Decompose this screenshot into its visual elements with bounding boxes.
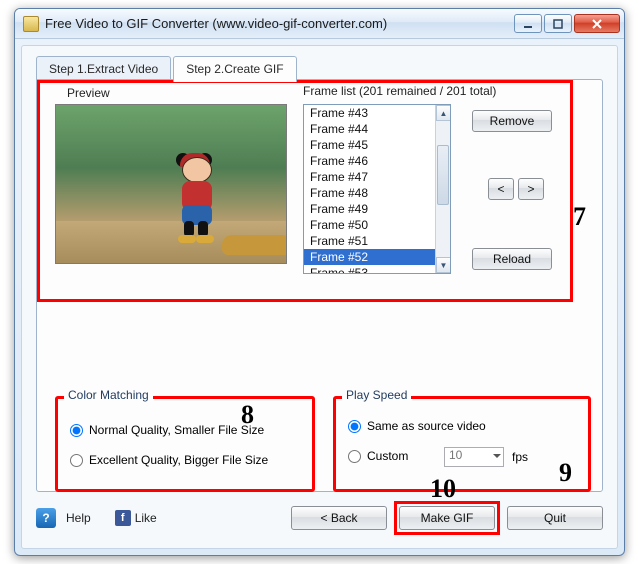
make-gif-button[interactable]: Make GIF: [399, 506, 495, 530]
minimize-button[interactable]: [514, 14, 542, 33]
list-item[interactable]: Frame #52: [304, 249, 435, 265]
help-link[interactable]: Help: [66, 511, 91, 525]
prev-frame-button[interactable]: <: [488, 178, 514, 200]
client-area: Step 1.Extract Video Step 2.Create GIF R…: [21, 45, 618, 549]
frame-list-title: Frame list (201 remained / 201 total): [303, 84, 496, 98]
annotation-9: 9: [559, 460, 572, 486]
list-item[interactable]: Frame #51: [304, 233, 435, 249]
radio-excellent-label: Excellent Quality, Bigger File Size: [89, 453, 268, 467]
app-icon: [23, 16, 39, 32]
like-link[interactable]: Like: [135, 511, 157, 525]
bottom-bar: ? Help f Like < Back Make GIF Quit: [36, 500, 603, 536]
list-item[interactable]: Frame #45: [304, 137, 435, 153]
tab-create-gif[interactable]: Step 2.Create GIF: [173, 56, 296, 82]
window-title: Free Video to GIF Converter (www.video-g…: [45, 16, 514, 31]
close-button[interactable]: [574, 14, 620, 33]
back-button[interactable]: < Back: [291, 506, 387, 530]
radio-same-input[interactable]: [348, 420, 361, 433]
fps-wrap: 10 fps: [444, 447, 528, 467]
play-speed-group: Play Speed Same as source video Custom 1…: [333, 396, 591, 492]
next-frame-button[interactable]: >: [518, 178, 544, 200]
radio-normal-quality[interactable]: Normal Quality, Smaller File Size: [70, 423, 264, 437]
radio-excellent-quality[interactable]: Excellent Quality, Bigger File Size: [70, 453, 268, 467]
cartoon-dog: [222, 235, 287, 255]
list-item[interactable]: Frame #43: [304, 105, 435, 121]
titlebar: Free Video to GIF Converter (www.video-g…: [15, 9, 624, 39]
annotation-7: 7: [573, 204, 586, 230]
fps-value[interactable]: 10: [444, 447, 504, 467]
annotation-8: 8: [241, 402, 254, 428]
remove-button[interactable]: Remove: [472, 110, 552, 132]
radio-normal-label: Normal Quality, Smaller File Size: [89, 423, 264, 437]
radio-custom-input[interactable]: [348, 450, 361, 463]
list-item[interactable]: Frame #47: [304, 169, 435, 185]
list-item[interactable]: Frame #44: [304, 121, 435, 137]
reload-button[interactable]: Reload: [472, 248, 552, 270]
list-item[interactable]: Frame #46: [304, 153, 435, 169]
radio-same-speed[interactable]: Same as source video: [348, 419, 486, 433]
app-window: Free Video to GIF Converter (www.video-g…: [14, 8, 625, 556]
scroll-up-button[interactable]: ▲: [436, 105, 451, 121]
list-item[interactable]: Frame #53: [304, 265, 435, 273]
radio-custom-label: Custom: [367, 449, 408, 463]
radio-normal-input[interactable]: [70, 424, 83, 437]
preview-label: Preview: [67, 86, 110, 100]
maximize-button[interactable]: [544, 14, 572, 33]
radio-same-label: Same as source video: [367, 419, 486, 433]
frames-panel: Preview Frame list (201 remained / 201 t…: [37, 80, 573, 302]
fps-unit-label: fps: [512, 450, 528, 464]
list-item[interactable]: Frame #49: [304, 201, 435, 217]
fps-dropdown[interactable]: 10: [444, 447, 504, 467]
preview-image: [55, 104, 287, 264]
color-group-label: Color Matching: [64, 388, 153, 402]
listbox-scrollbar[interactable]: ▲ ▼: [435, 105, 450, 273]
frame-listbox[interactable]: Frame #43Frame #44Frame #45Frame #46Fram…: [303, 104, 451, 274]
scroll-thumb[interactable]: [437, 145, 449, 205]
list-item[interactable]: Frame #48: [304, 185, 435, 201]
speed-group-label: Play Speed: [342, 388, 411, 402]
annotation-10: 10: [430, 476, 456, 502]
quit-button[interactable]: Quit: [507, 506, 603, 530]
facebook-icon[interactable]: f: [115, 510, 131, 526]
cartoon-character: [174, 155, 220, 241]
tab-body: Remove frames you don't need Preview Fra…: [36, 79, 603, 492]
radio-custom-speed[interactable]: Custom: [348, 449, 408, 463]
radio-excellent-input[interactable]: [70, 454, 83, 467]
scroll-down-button[interactable]: ▼: [436, 257, 451, 273]
color-matching-group: Color Matching Normal Quality, Smaller F…: [55, 396, 315, 492]
help-icon[interactable]: ?: [36, 508, 56, 528]
list-item[interactable]: Frame #50: [304, 217, 435, 233]
window-controls: [514, 14, 620, 33]
